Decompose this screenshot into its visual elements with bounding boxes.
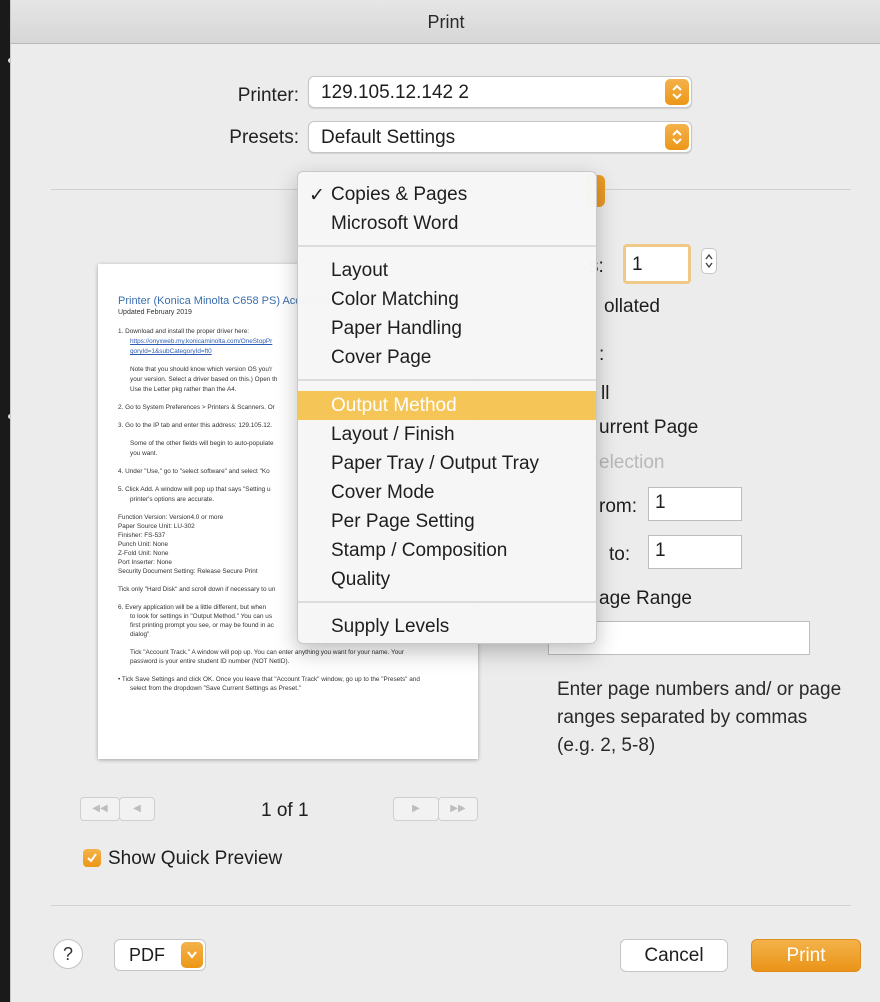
menu-item-label: Per Page Setting [331, 511, 475, 532]
to-page-input[interactable]: 1 [648, 535, 742, 569]
menu-item-cover-page[interactable]: Cover Page [298, 343, 596, 372]
menu-item-label: Paper Tray / Output Tray [331, 453, 540, 474]
print-button[interactable]: Print [751, 939, 861, 972]
from-value: 1 [655, 492, 666, 513]
doc-line: select from the dropdown "Save Current S… [130, 685, 302, 692]
help-button[interactable]: ? [53, 939, 83, 969]
menu-item-label: Stamp / Composition [331, 540, 508, 561]
menu-separator [298, 379, 596, 381]
menu-separator [298, 601, 596, 603]
show-quick-preview-checkbox[interactable] [83, 849, 101, 867]
menu-item-paper-handling[interactable]: Paper Handling [298, 314, 596, 343]
menu-item-cover-mode[interactable]: Cover Mode [298, 478, 596, 507]
printer-value: 129.105.12.142 2 [321, 82, 469, 103]
background-window-edge [0, 0, 13, 1002]
pages-current-page-option[interactable]: urrent Page [599, 417, 698, 439]
page-indicator: 1 of 1 [261, 800, 309, 821]
updown-chevron-icon [705, 253, 713, 269]
menu-separator [298, 245, 596, 247]
menu-item-stamp-composition[interactable]: Stamp / Composition [298, 536, 596, 565]
updown-chevron-icon [665, 124, 689, 150]
next-page-button[interactable]: ▶ [393, 797, 439, 821]
page-range-option[interactable]: age Range [599, 588, 692, 610]
presets-value: Default Settings [321, 127, 456, 148]
title-bar: Print [11, 0, 880, 44]
to-value: 1 [655, 540, 666, 561]
doc-line: • Tick Save Settings and click OK. Once … [118, 676, 420, 683]
menu-item-label: Output Method [331, 395, 457, 416]
pages-selection-option[interactable]: election [599, 452, 665, 474]
checkmark-icon [87, 853, 97, 863]
menu-item-color-matching[interactable]: Color Matching [298, 285, 596, 314]
chevron-down-icon [181, 942, 203, 968]
updown-chevron-icon [665, 79, 689, 105]
menu-item-layout[interactable]: Layout [298, 256, 596, 285]
cancel-button[interactable]: Cancel [620, 939, 728, 972]
settings-section-menu: ✓ Copies & Pages Microsoft Word Layout C… [297, 171, 597, 644]
menu-item-label: Quality [331, 569, 391, 590]
copies-stepper[interactable] [701, 248, 717, 274]
presets-popup[interactable]: Default Settings [308, 121, 692, 153]
menu-item-layout-finish[interactable]: Layout / Finish [298, 420, 596, 449]
print-dialog: Print Printer: 129.105.12.142 2 Presets:… [10, 0, 880, 1002]
menu-item-copies-pages[interactable]: ✓ Copies & Pages [298, 180, 596, 209]
menu-item-label: Supply Levels [331, 616, 450, 637]
doc-line: password is your entire student ID numbe… [130, 658, 290, 665]
menu-item-label: Cover Mode [331, 482, 435, 503]
menu-item-label: Color Matching [331, 289, 459, 310]
collated-label[interactable]: ollated [604, 296, 660, 318]
menu-item-quality[interactable]: Quality [298, 565, 596, 594]
pages-label: : [599, 344, 605, 365]
first-page-button[interactable]: ◀◀ [80, 797, 120, 821]
menu-item-supply-levels[interactable]: Supply Levels [298, 612, 596, 641]
divider [51, 905, 851, 906]
menu-item-output-method[interactable]: Output Method [298, 391, 596, 420]
prev-page-button[interactable]: ◀ [119, 797, 155, 821]
menu-item-label: Layout / Finish [331, 424, 455, 445]
window-title: Print [427, 12, 465, 32]
copies-field[interactable]: 1 [623, 244, 691, 284]
to-label: to: [609, 544, 631, 565]
menu-item-label: Copies & Pages [331, 184, 468, 205]
printer-label: Printer: [237, 85, 299, 106]
printer-popup[interactable]: 129.105.12.142 2 [308, 76, 692, 108]
from-page-input[interactable]: 1 [648, 487, 742, 521]
menu-item-per-page-setting[interactable]: Per Page Setting [298, 507, 596, 536]
pages-all-option[interactable]: ll [601, 383, 609, 405]
menu-item-label: Layout [331, 260, 389, 281]
presets-label: Presets: [229, 127, 299, 148]
pdf-button[interactable]: PDF [114, 939, 206, 971]
menu-item-label: Cover Page [331, 347, 432, 368]
show-quick-preview-label: Show Quick Preview [108, 848, 283, 869]
doc-line: Tick "Account Track." A window will pop … [130, 649, 404, 656]
menu-item-label: Paper Handling [331, 318, 462, 339]
last-page-button[interactable]: ▶▶ [438, 797, 478, 821]
menu-item-paper-tray-output-tray[interactable]: Paper Tray / Output Tray [298, 449, 596, 478]
from-label: rom: [599, 496, 637, 517]
pdf-label: PDF [129, 945, 165, 965]
menu-item-label: Microsoft Word [331, 213, 459, 234]
copies-value: 1 [632, 254, 643, 275]
page-range-help: Enter page numbers and/ or page ranges s… [557, 679, 842, 756]
menu-item-microsoft-word[interactable]: Microsoft Word [298, 209, 596, 238]
checkmark-icon: ✓ [309, 185, 325, 206]
